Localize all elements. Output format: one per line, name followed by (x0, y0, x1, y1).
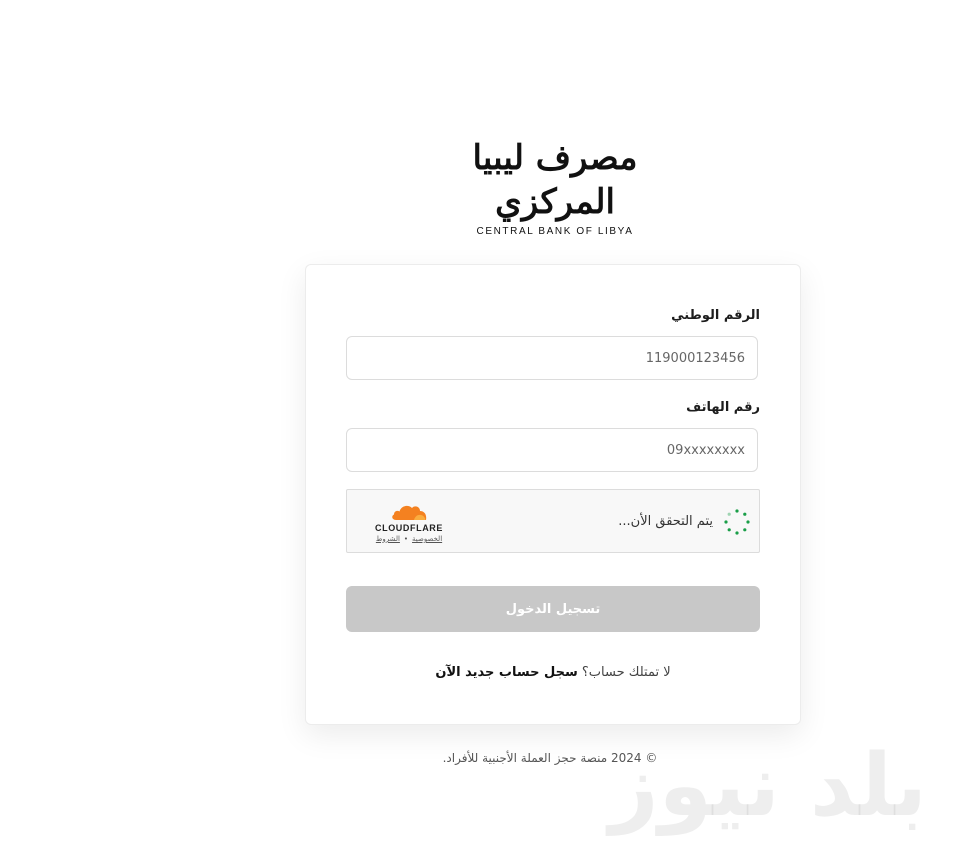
privacy-link[interactable]: الخصوصية (412, 535, 442, 543)
logo-english-name: CENTRAL BANK OF LIBYA (476, 226, 634, 237)
signup-prompt: لا تمتلك حساب؟ سجل حساب جديد الآن (306, 665, 800, 680)
link-separator: • (403, 535, 409, 543)
phone-input[interactable] (346, 428, 758, 472)
loading-spinner-icon (724, 509, 750, 535)
cloudflare-wordmark: CLOUDFLARE (375, 523, 443, 533)
signup-link[interactable]: سجل حساب جديد الآن (435, 665, 577, 680)
cloudflare-turnstile-widget[interactable]: يتم التحقق الأن... CLOUDFLARE الخصوصية•ا… (346, 489, 760, 553)
cloudflare-cloud-icon (392, 505, 427, 520)
cloudflare-links: الخصوصية•الشروط (369, 535, 449, 543)
footer-copyright: © 2024 منصة حجز العملة الأجنبية للأفراد. (442, 751, 658, 765)
logo-arabic-name: مصرف ليبيا المركزي (472, 138, 638, 222)
login-card: الرقم الوطني رقم الهاتف يتم التحقق الأن.… (305, 264, 801, 725)
cloudflare-logo: CLOUDFLARE الخصوصية•الشروط (369, 502, 449, 543)
phone-label: رقم الهاتف (686, 400, 760, 415)
watermark-logo: بلد نيوز (609, 736, 927, 836)
login-button[interactable]: تسجيل الدخول (346, 586, 760, 632)
national-id-input[interactable] (346, 336, 758, 380)
captcha-status-text: يتم التحقق الأن... (618, 514, 713, 529)
no-account-text: لا تمتلك حساب؟ (581, 665, 671, 680)
terms-link[interactable]: الشروط (376, 535, 400, 543)
national-id-label: الرقم الوطني (671, 308, 760, 323)
central-bank-logo: مصرف ليبيا المركزي CENTRAL BANK OF LIBYA (440, 136, 670, 237)
